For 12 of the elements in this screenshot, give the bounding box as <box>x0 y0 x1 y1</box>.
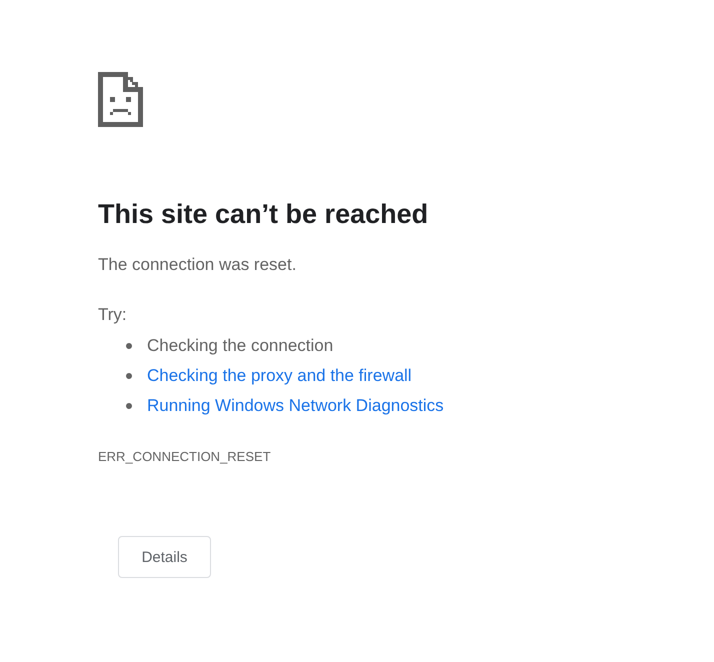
error-message: The connection was reset. <box>98 254 296 276</box>
bullet-icon <box>126 403 132 409</box>
bullet-icon <box>126 343 132 349</box>
try-label: Try: <box>98 304 127 326</box>
error-title: This site can’t be reached <box>98 198 428 231</box>
suggestion-link[interactable]: Running Windows Network Diagnostics <box>147 396 444 416</box>
bullet-icon <box>126 373 132 379</box>
details-button[interactable]: Details <box>118 536 211 578</box>
suggestion-link[interactable]: Checking the proxy and the firewall <box>147 366 412 386</box>
suggestion-text: Checking the connection <box>147 336 334 356</box>
error-code: ERR_CONNECTION_RESET <box>98 449 271 465</box>
sad-document-icon <box>98 72 143 127</box>
